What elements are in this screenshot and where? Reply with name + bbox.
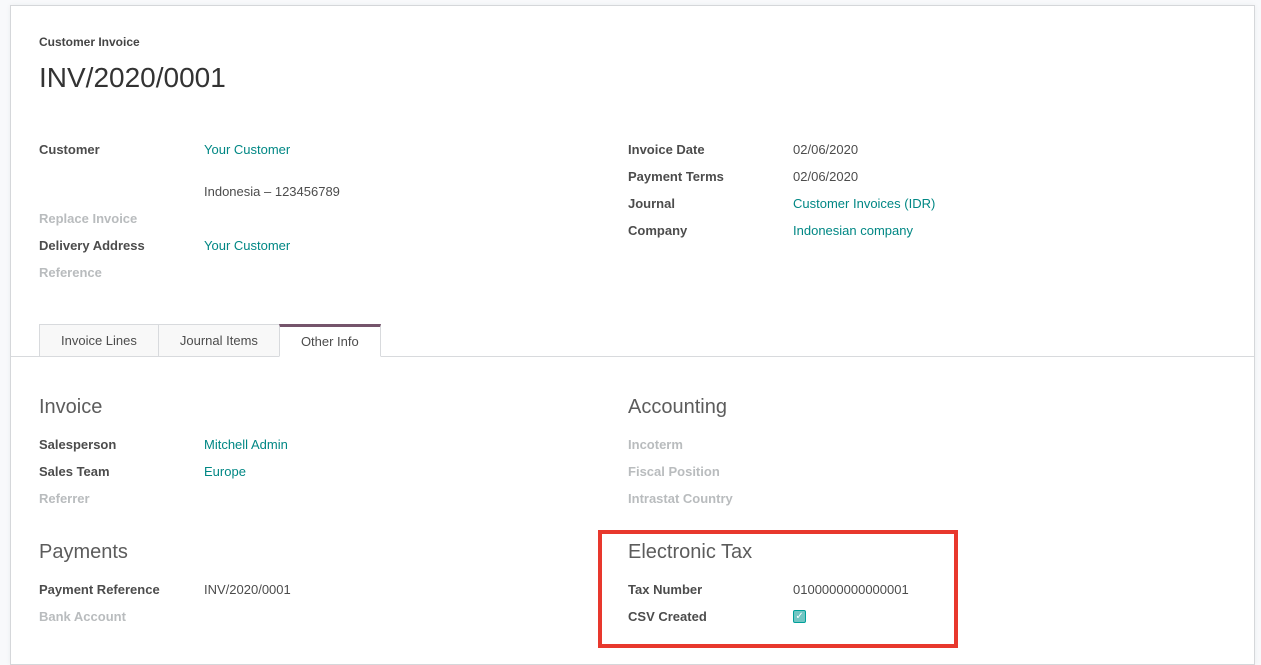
referrer-label: Referrer	[39, 485, 204, 512]
form-header: Customer Invoice INV/2020/0001 Customer …	[11, 6, 1254, 286]
invoice-details: Customer Your Customer Indonesia – 12345…	[39, 136, 1209, 286]
invoice-date-label: Invoice Date	[628, 136, 793, 163]
invoice-group-heading: Invoice	[39, 393, 598, 421]
bank-account-label: Bank Account	[39, 603, 204, 630]
electronic-tax-group: Electronic Tax Tax Number 01000000000000…	[628, 538, 1209, 630]
invoice-form-sheet: Customer Invoice INV/2020/0001 Customer …	[10, 5, 1255, 665]
field-row-incoterm: Incoterm	[628, 431, 1209, 458]
company-link[interactable]: Indonesian company	[793, 217, 913, 244]
salesperson-link[interactable]: Mitchell Admin	[204, 431, 288, 458]
address-spacer	[39, 163, 598, 178]
details-left-column: Customer Your Customer Indonesia – 12345…	[39, 136, 598, 286]
field-row-csv-created: CSV Created ✓	[628, 603, 1209, 630]
reference-label: Reference	[39, 259, 204, 286]
field-row-payment-reference: Payment Reference INV/2020/0001	[39, 576, 598, 603]
field-row-tax-number: Tax Number 0100000000000001	[628, 576, 1209, 603]
field-row-delivery-address: Delivery Address Your Customer	[39, 232, 598, 259]
payments-group-heading: Payments	[39, 538, 598, 566]
field-row-reference: Reference	[39, 259, 598, 286]
sales-team-label: Sales Team	[39, 458, 204, 485]
accounting-group: Accounting Incoterm Fiscal Position Intr…	[628, 393, 1209, 512]
delivery-address-label: Delivery Address	[39, 232, 204, 259]
customer-address-value: Indonesia – 123456789	[204, 178, 340, 205]
field-row-intrastat-country: Intrastat Country	[628, 485, 1209, 512]
payment-terms-label: Payment Terms	[628, 163, 793, 190]
payments-group: Payments Payment Reference INV/2020/0001…	[39, 538, 598, 630]
journal-link[interactable]: Customer Invoices (IDR)	[793, 190, 935, 217]
invoice-group: Invoice Salesperson Mitchell Admin Sales…	[39, 393, 598, 512]
field-row-payment-terms: Payment Terms 02/06/2020	[628, 163, 1209, 190]
tab-other-info[interactable]: Other Info	[279, 324, 381, 357]
customer-link[interactable]: Your Customer	[204, 136, 290, 163]
field-row-customer-address: Indonesia – 123456789	[39, 178, 598, 205]
customer-label: Customer	[39, 136, 204, 163]
tax-number-value: 0100000000000001	[793, 576, 909, 603]
details-right-column: Invoice Date 02/06/2020 Payment Terms 02…	[628, 136, 1209, 286]
field-row-journal: Journal Customer Invoices (IDR)	[628, 190, 1209, 217]
delivery-address-link[interactable]: Your Customer	[204, 232, 290, 259]
accounting-group-heading: Accounting	[628, 393, 1209, 421]
tab-journal-items[interactable]: Journal Items	[158, 324, 280, 357]
field-row-fiscal-position: Fiscal Position	[628, 458, 1209, 485]
fiscal-position-label: Fiscal Position	[628, 458, 793, 485]
field-row-sales-team: Sales Team Europe	[39, 458, 598, 485]
journal-label: Journal	[628, 190, 793, 217]
field-row-replace-invoice: Replace Invoice	[39, 205, 598, 232]
tab-invoice-lines[interactable]: Invoice Lines	[39, 324, 159, 357]
sales-team-link[interactable]: Europe	[204, 458, 246, 485]
field-row-bank-account: Bank Account	[39, 603, 598, 630]
csv-created-checkbox-checked-icon[interactable]: ✓	[793, 610, 806, 623]
field-row-referrer: Referrer	[39, 485, 598, 512]
other-info-tab-content: Invoice Salesperson Mitchell Admin Sales…	[11, 357, 1254, 630]
group-row-top: Invoice Salesperson Mitchell Admin Sales…	[39, 393, 1209, 512]
field-row-salesperson: Salesperson Mitchell Admin	[39, 431, 598, 458]
payment-reference-value: INV/2020/0001	[204, 576, 291, 603]
page-title: INV/2020/0001	[39, 58, 1209, 98]
tax-number-label: Tax Number	[628, 576, 793, 603]
field-row-customer: Customer Your Customer	[39, 136, 598, 163]
field-row-invoice-date: Invoice Date 02/06/2020	[628, 136, 1209, 163]
csv-created-label: CSV Created	[628, 603, 793, 630]
group-row-bottom: Payments Payment Reference INV/2020/0001…	[39, 538, 1209, 630]
salesperson-label: Salesperson	[39, 431, 204, 458]
notebook-tabstrip: Invoice Lines Journal Items Other Info	[11, 324, 1254, 357]
payment-reference-label: Payment Reference	[39, 576, 204, 603]
replace-invoice-label: Replace Invoice	[39, 205, 204, 232]
intrastat-country-label: Intrastat Country	[628, 485, 793, 512]
incoterm-label: Incoterm	[628, 431, 793, 458]
electronic-tax-group-heading: Electronic Tax	[628, 538, 1209, 566]
field-row-company: Company Indonesian company	[628, 217, 1209, 244]
payment-terms-value: 02/06/2020	[793, 163, 858, 190]
document-type-label: Customer Invoice	[39, 34, 1209, 50]
invoice-date-value: 02/06/2020	[793, 136, 858, 163]
company-label: Company	[628, 217, 793, 244]
